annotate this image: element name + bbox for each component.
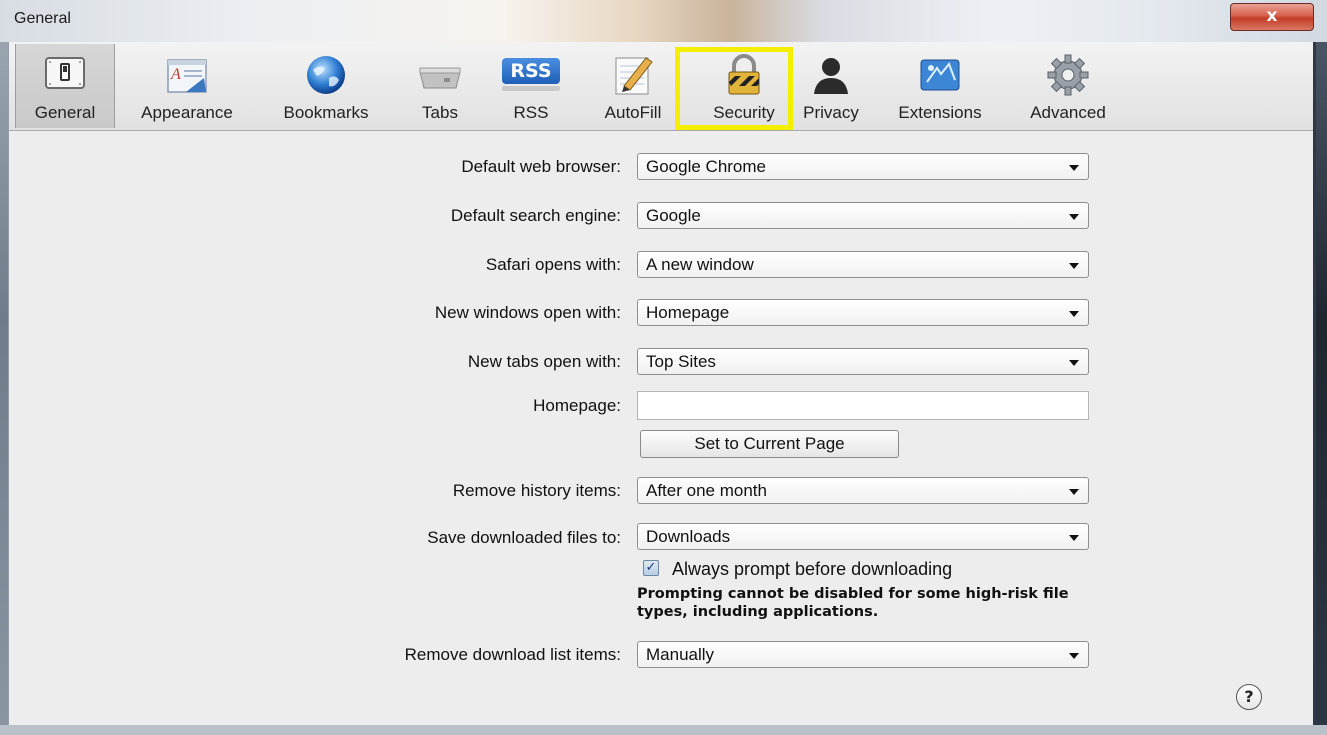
tab-bookmarks-label: Bookmarks (283, 103, 369, 122)
default-browser-value: Google Chrome (646, 157, 767, 176)
dropdown-arrow-icon (1069, 263, 1079, 269)
homepage-label: Homepage: (533, 396, 621, 415)
safari-opens-select[interactable]: A new window (637, 251, 1089, 278)
safari-opens-value: A new window (646, 255, 754, 274)
always-prompt-label[interactable]: Always prompt before downloading (672, 559, 952, 580)
window-border-left (0, 42, 8, 735)
rss-icon: RSS (502, 58, 560, 92)
tab-privacy[interactable]: Privacy (793, 44, 869, 128)
remove-download-list-select[interactable]: Manually (637, 641, 1089, 668)
default-browser-select[interactable]: Google Chrome (637, 153, 1089, 180)
dropdown-arrow-icon (1069, 214, 1079, 220)
tab-autofill-label: AutoFill (604, 103, 662, 122)
general-settings-panel: Default web browser: Google Chrome Defau… (9, 131, 1313, 725)
general-switch-icon (45, 57, 85, 89)
autofill-pencil-icon (615, 57, 653, 95)
tab-general-label: General (34, 103, 96, 122)
tab-tabs-label: Tabs (422, 103, 458, 122)
remove-history-label: Remove history items: (452, 481, 621, 500)
new-tabs-select[interactable]: Top Sites (637, 348, 1089, 375)
window-border-bottom (0, 725, 1327, 735)
default-browser-label: Default web browser: (461, 157, 621, 176)
dropdown-arrow-icon (1069, 653, 1079, 659)
new-windows-value: Homepage (646, 303, 730, 322)
rss-badge: RSS (502, 58, 560, 84)
tab-general[interactable]: General (15, 44, 115, 128)
help-button[interactable]: ? (1236, 684, 1262, 710)
tab-rss[interactable]: RSS RSS (499, 44, 563, 128)
tab-rss-label: RSS (513, 103, 549, 122)
remove-download-list-label: Remove download list items: (404, 645, 621, 664)
tab-bookmarks[interactable]: Bookmarks (261, 44, 391, 128)
remove-download-list-value: Manually (646, 645, 715, 664)
safari-preferences-window: General x General A Appearance Bookmarks… (0, 0, 1327, 735)
remove-history-value: After one month (646, 481, 767, 500)
remove-history-select[interactable]: After one month (637, 477, 1089, 504)
set-to-current-page-button[interactable]: Set to Current Page (640, 430, 899, 458)
svg-text:A: A (170, 66, 181, 83)
tab-advanced-label: Advanced (1030, 103, 1106, 122)
person-silhouette-icon (814, 58, 848, 94)
close-button[interactable]: x (1230, 3, 1314, 31)
dropdown-arrow-icon (1069, 165, 1079, 171)
tab-extensions-label: Extensions (898, 103, 982, 122)
tab-privacy-label: Privacy (803, 103, 859, 122)
appearance-icon: A (167, 59, 207, 93)
title-bar[interactable]: General x (0, 0, 1327, 42)
new-windows-select[interactable]: Homepage (637, 299, 1089, 326)
dropdown-arrow-icon (1069, 360, 1079, 366)
always-prompt-checkbox[interactable]: ✓ (643, 560, 659, 576)
search-engine-select[interactable]: Google (637, 202, 1089, 229)
safari-opens-label: Safari opens with: (485, 255, 621, 274)
tab-advanced[interactable]: Advanced (1015, 44, 1121, 128)
tab-appearance[interactable]: A Appearance (121, 44, 253, 128)
tab-extensions[interactable]: Extensions (881, 44, 999, 128)
extensions-icon (920, 59, 960, 91)
window-title: General (14, 10, 71, 27)
homepage-input[interactable] (637, 391, 1089, 420)
save-downloads-label: Save downloaded files to: (427, 528, 621, 547)
window-border-right (1316, 42, 1327, 735)
dropdown-arrow-icon (1069, 535, 1079, 541)
search-engine-value: Google (646, 206, 701, 225)
tab-tabs[interactable]: Tabs (405, 44, 475, 128)
gear-icon (1047, 54, 1089, 96)
tab-autofill[interactable]: AutoFill (591, 44, 675, 128)
new-tabs-value: Top Sites (646, 352, 716, 371)
new-tabs-label: New tabs open with: (467, 352, 621, 371)
new-windows-label: New windows open with: (434, 303, 621, 322)
security-highlight-annotation (675, 47, 793, 130)
save-downloads-select[interactable]: Downloads (637, 523, 1089, 550)
dropdown-arrow-icon (1069, 489, 1079, 495)
dropdown-arrow-icon (1069, 311, 1079, 317)
search-engine-label: Default search engine: (450, 206, 621, 225)
tab-appearance-label: Appearance (141, 103, 233, 122)
save-downloads-value: Downloads (646, 527, 731, 546)
tabs-icon (419, 67, 461, 89)
prompting-note: Prompting cannot be disabled for some hi… (637, 586, 1069, 620)
preferences-toolbar: General A Appearance Bookmarks Tabs RSS … (9, 42, 1313, 131)
globe-icon (307, 56, 345, 94)
